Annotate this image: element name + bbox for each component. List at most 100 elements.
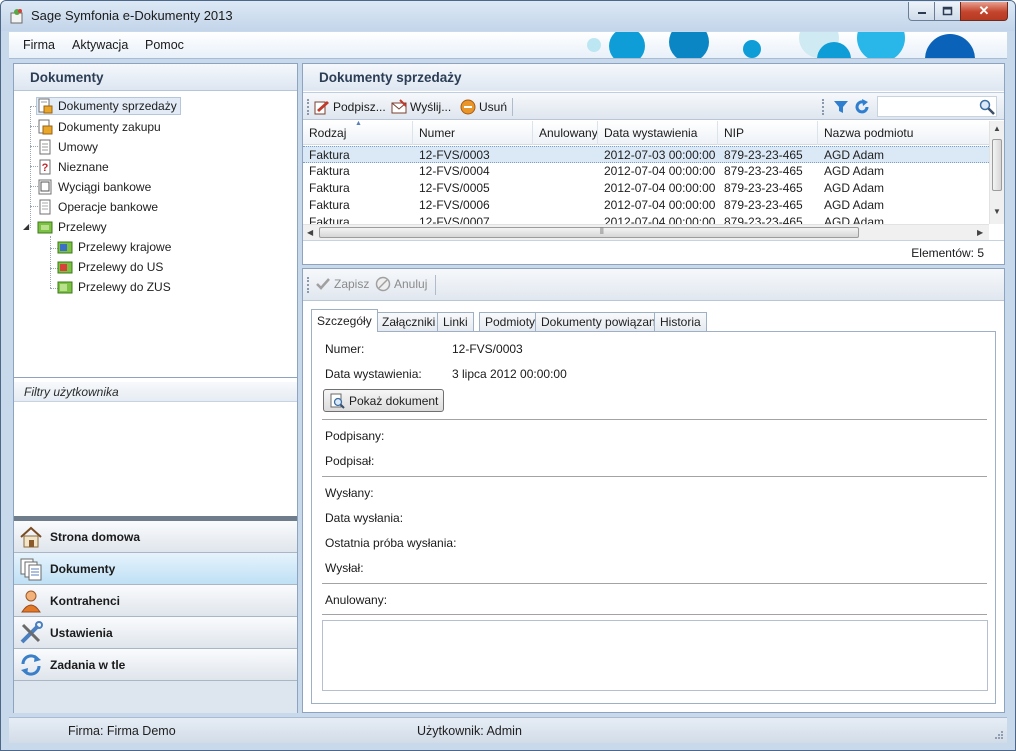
notes-textarea[interactable] [322,620,988,691]
tab-label: Linki [443,315,468,329]
save-label: Zapisz [334,277,370,291]
delete-button[interactable]: Usuń [460,97,507,117]
cell-number: 12-FVS/0004 [419,164,490,178]
scroll-right-icon[interactable]: ▶ [977,228,983,237]
vertical-scrollbar[interactable]: ▲ ▼ [989,121,1004,224]
cell-nip: 879-23-23-465 [724,164,803,178]
nav-settings-button[interactable]: Ustawienia [14,617,297,649]
thumb-grip-icon: ⫴ [600,226,604,236]
tree-item-purchase-documents[interactable]: Dokumenty zakupu [37,118,161,136]
search-icon[interactable] [979,99,995,115]
documents-icon [20,558,42,580]
document-tree: Dokumenty sprzedaży Dokumenty zakupu Umo… [14,92,297,378]
delete-label: Usuń [479,100,508,114]
zus-transfer-icon [57,281,73,294]
cancel-label: Anuluj [394,277,428,291]
tab-label: Szczegóły [317,314,372,328]
sync-icon [21,653,41,676]
tree-item-bank-operations[interactable]: Operacje bankowe [37,198,158,216]
menu-firma[interactable]: Firma [23,38,55,52]
table-row[interactable]: Faktura 12-FVS/0004 2012-07-04 00:00:00 … [303,163,989,180]
cancel-button[interactable]: Anuluj [375,276,427,292]
cell-entity-name: AGD Adam [824,181,885,195]
maximize-button[interactable] [934,2,961,21]
cell-nip: 879-23-23-465 [724,198,803,212]
nav-background-tasks-button[interactable]: Zadania w tle [14,649,297,681]
nav-contractors-button[interactable]: Kontrahenci [14,585,297,617]
navigation-pane: Strona domowa Dokumenty Kontrahenci Usta… [14,516,297,713]
column-header-label: Data wystawienia [604,126,698,140]
scroll-down-icon[interactable]: ▼ [993,207,1001,216]
decor-bubble [743,40,761,58]
horizontal-scrollbar[interactable]: ◀ ⫴ ▶ [303,224,989,240]
column-header-type[interactable]: Rodzaj ▲ [303,121,413,145]
element-count: Elementów: 5 [911,246,984,260]
cancel-icon [375,276,391,292]
column-header-cancelled[interactable]: Anulowany [533,121,598,145]
settings-icon [20,620,43,643]
title-bar: Sage Symfonia e-Dokumenty 2013 ✕ [1,1,1015,31]
tab-entities[interactable]: Podmioty [479,312,542,331]
toolbar-separator [435,275,436,295]
nav-documents-button[interactable]: Dokumenty [14,553,297,585]
scroll-left-icon[interactable]: ◀ [307,228,313,237]
cell-number: 12-FVS/0006 [419,198,490,212]
column-header-number[interactable]: Numer [413,121,533,145]
preview-document-icon [330,393,345,409]
tab-label: Podmioty [485,315,536,329]
tree-item-sales-documents[interactable]: Dokumenty sprzedaży [36,97,181,115]
nav-home-button[interactable]: Strona domowa [14,521,297,553]
question-icon: ? [39,159,51,175]
table-row[interactable]: Faktura 12-FVS/0005 2012-07-04 00:00:00 … [303,180,989,197]
tree-item-tax-office-transfers[interactable]: Przelewy do US [57,258,163,276]
signed-label: Podpisany: [325,429,385,443]
send-button[interactable]: Wyślij... [391,97,451,117]
menu-aktywacja[interactable]: Aktywacja [72,38,128,52]
decor-bubble [925,34,975,58]
filter-icon[interactable] [833,99,849,115]
tab-attachments[interactable]: Załączniki [376,312,442,331]
vertical-scroll-thumb[interactable] [992,139,1002,191]
minimize-button[interactable] [908,2,935,21]
column-header-entity-name[interactable]: Nazwa podmiotu [818,121,989,145]
close-button[interactable]: ✕ [960,2,1008,21]
tree-item-zus-transfers[interactable]: Przelewy do ZUS [57,278,171,296]
table-row[interactable]: Faktura 12-FVS/0003 2012-07-03 00:00:00 … [303,146,989,163]
horizontal-scroll-thumb[interactable]: ⫴ [319,226,859,238]
menu-pomoc[interactable]: Pomoc [145,38,184,52]
column-header-label: Nazwa podmiotu [824,126,914,140]
contractor-icon [21,590,41,612]
show-document-button[interactable]: Pokaż dokument [323,389,444,412]
table-row[interactable]: Faktura 12-FVS/0006 2012-07-04 00:00:00 … [303,197,989,214]
scroll-up-icon[interactable]: ▲ [993,124,1001,133]
status-company: Firma: Firma Demo [68,724,176,738]
tree-item-unknown[interactable]: ? Nieznane [37,158,109,176]
tab-links[interactable]: Linki [437,312,474,331]
delete-icon [460,99,476,115]
save-button[interactable]: Zapisz [315,276,369,292]
tab-history[interactable]: Historia [654,312,707,331]
svg-text:?: ? [42,162,49,174]
last-send-attempt-label: Ostatnia próba wysłania: [325,536,457,550]
cell-issue-date: 2012-07-04 00:00:00 [604,198,716,212]
tree-item-bank-statements[interactable]: Wyciągi bankowe [37,178,151,196]
resize-grip-icon[interactable] [994,730,1004,740]
tree-item-transfers[interactable]: Przelewy [37,218,107,236]
decor-bubble [857,32,905,58]
documents-toolbar: Podpisz... Wyślij... Usuń [303,92,1004,120]
tab-details[interactable]: Szczegóły [311,309,378,332]
cell-type: Faktura [309,181,350,195]
tree-item-domestic-transfers[interactable]: Przelewy krajowe [57,238,171,256]
tree-item-contracts[interactable]: Umowy [37,138,98,156]
collapse-arrow-icon[interactable]: ◢ [23,222,29,231]
app-icon [10,9,23,24]
refresh-icon[interactable] [854,99,870,115]
cell-type: Faktura [309,164,350,178]
section-divider [322,583,987,584]
contract-icon [39,139,51,155]
sign-button[interactable]: Podpisz... [314,97,386,117]
tab-related-documents[interactable]: Dokumenty powiązane [535,312,669,331]
sales-documents-panel: Dokumenty sprzedaży Podpisz... Wyślij...… [302,63,1005,265]
column-header-nip[interactable]: NIP [718,121,818,145]
column-header-issue-date[interactable]: Data wystawienia [598,121,718,145]
